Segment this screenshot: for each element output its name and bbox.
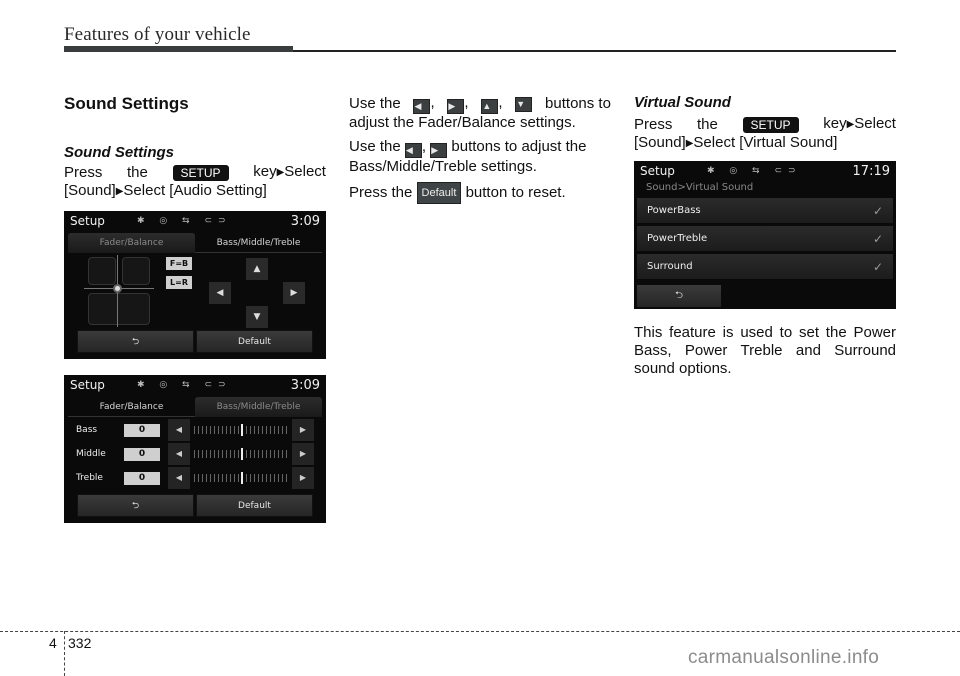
tab-fader-balance[interactable]: Fader/Balance xyxy=(68,397,195,417)
tab-bass-middle-treble[interactable]: Bass/Middle/Treble xyxy=(195,397,322,417)
clock: 3:09 xyxy=(290,377,320,393)
option-powertreble[interactable]: PowerTreble ✓ xyxy=(637,226,893,251)
header-bar-accent xyxy=(64,46,293,52)
subsection-title: Sound Settings xyxy=(64,144,174,161)
screen-title: Setup xyxy=(70,214,105,228)
default-key-badge: Default xyxy=(416,182,462,204)
virtual-sound-description: This feature is used to set the Power Ba… xyxy=(634,320,896,378)
back-button[interactable]: ⮌ xyxy=(77,330,194,353)
clock: 17:19 xyxy=(852,163,890,179)
back-button[interactable]: ⮌ xyxy=(77,494,194,517)
column-adjust-instructions: Use the ◀, ▶, ▲, ▼ buttons to adjust the… xyxy=(349,88,611,210)
treble-decrease-button[interactable]: ◀ xyxy=(168,467,190,489)
status-icons: ✱ ◎ ⇆ ⊂⊃ xyxy=(136,216,232,226)
screen-bass-middle-treble: Setup ✱ ◎ ⇆ ⊂⊃ 3:09 Fader/Balance Bass/M… xyxy=(64,375,326,523)
bass-middle-treble-paragraph: Use the ◀, ▶ buttons to adjust the Bass/… xyxy=(349,138,587,175)
seat-front-left xyxy=(88,257,116,285)
page-header-title: Features of your vehicle xyxy=(64,24,251,45)
footer-vertical-divider xyxy=(64,631,65,676)
status-icons: ✱ ◎ ⇆ ⊂⊃ xyxy=(136,380,232,390)
footer-divider xyxy=(0,631,960,632)
instruction-paragraph: Press the SETUP key▶Select [Sound]▶Selec… xyxy=(634,115,896,151)
bass-decrease-button[interactable]: ◀ xyxy=(168,419,190,441)
status-bar: Setup ✱ ◎ ⇆ ⊂⊃ 3:09 xyxy=(64,211,326,231)
check-icon: ✓ xyxy=(872,259,883,274)
option-powerbass[interactable]: PowerBass ✓ xyxy=(637,198,893,223)
left-arrow-button[interactable]: ◀ xyxy=(209,282,231,304)
up-arrow-button[interactable]: ▲ xyxy=(246,258,268,280)
seat-front-right xyxy=(122,257,150,285)
left-button-icon: ◀ xyxy=(404,143,422,158)
treble-value: 0 xyxy=(124,471,160,485)
middle-row: Middle 0 ◀ ▶ xyxy=(76,443,314,465)
description-paragraph: This feature is used to set the Power Ba… xyxy=(634,324,896,377)
treble-slider[interactable] xyxy=(194,472,288,484)
seat-diagram[interactable] xyxy=(84,255,154,327)
breadcrumb: Sound>Virtual Sound xyxy=(646,182,754,193)
fader-center-button[interactable]: F=B xyxy=(166,257,192,270)
column-virtual-sound: Virtual Sound Press the SETUP key▶Select… xyxy=(634,88,896,153)
fader-balance-paragraph: Use the ◀, ▶, ▲, ▼ buttons to adjust the… xyxy=(349,94,611,131)
default-button[interactable]: Default xyxy=(196,494,313,517)
column-audio-setting: Sound Settings Sound Settings Press the … xyxy=(64,88,326,201)
instruction-paragraph: Press the SETUP key▶Select [Sound]▶Selec… xyxy=(64,163,326,199)
screen-virtual-sound: Setup ✱ ◎ ⇆ ⊂⊃ 17:19 Sound>Virtual Sound… xyxy=(634,161,896,309)
default-button[interactable]: Default xyxy=(196,330,313,353)
status-bar: Setup ✱ ◎ ⇆ ⊂⊃ 3:09 xyxy=(64,375,326,395)
setup-key-badge: SETUP xyxy=(172,164,229,181)
screen-title: Setup xyxy=(70,378,105,392)
page-number: 332 xyxy=(68,635,92,651)
middle-value: 0 xyxy=(124,447,160,461)
check-icon: ✓ xyxy=(872,231,883,246)
treble-row: Treble 0 ◀ ▶ xyxy=(76,467,314,489)
watermark: carmanualsonline.info xyxy=(688,647,880,668)
back-button[interactable]: ⮌ xyxy=(637,285,721,307)
tab-bass-middle-treble[interactable]: Bass/Middle/Treble xyxy=(195,233,322,253)
screen-bottom-bar: ⮌ Default xyxy=(77,330,313,353)
middle-slider[interactable] xyxy=(194,448,288,460)
bass-value: 0 xyxy=(124,423,160,437)
tab-fader-balance[interactable]: Fader/Balance xyxy=(68,233,195,253)
middle-decrease-button[interactable]: ◀ xyxy=(168,443,190,465)
tab-bar: Fader/Balance Bass/Middle/Treble xyxy=(68,397,322,417)
down-arrow-button[interactable]: ▼ xyxy=(246,306,268,328)
tab-bar: Fader/Balance Bass/Middle/Treble xyxy=(68,233,322,253)
right-button-icon: ▶ xyxy=(430,143,448,158)
bass-row: Bass 0 ◀ ▶ xyxy=(76,419,314,441)
balance-point[interactable] xyxy=(113,284,122,293)
check-icon: ✓ xyxy=(872,203,883,218)
bass-increase-button[interactable]: ▶ xyxy=(292,419,314,441)
down-button-icon: ▼ xyxy=(515,96,533,112)
up-button-icon: ▲ xyxy=(481,99,499,114)
screen-title: Setup xyxy=(640,164,675,178)
status-icons: ✱ ◎ ⇆ ⊂⊃ xyxy=(706,166,802,176)
section-title: Sound Settings xyxy=(64,94,189,113)
screen-fader-balance: Setup ✱ ◎ ⇆ ⊂⊃ 3:09 Fader/Balance Bass/M… xyxy=(64,211,326,359)
middle-increase-button[interactable]: ▶ xyxy=(292,443,314,465)
left-button-icon: ◀ xyxy=(413,99,431,114)
chapter-number: 4 xyxy=(49,635,57,651)
right-arrow-button[interactable]: ▶ xyxy=(283,282,305,304)
setup-key-badge: SETUP xyxy=(742,116,799,133)
bass-slider[interactable] xyxy=(194,424,288,436)
clock: 3:09 xyxy=(290,213,320,229)
treble-increase-button[interactable]: ▶ xyxy=(292,467,314,489)
status-bar: Setup ✱ ◎ ⇆ ⊂⊃ 17:19 xyxy=(634,161,896,181)
right-button-icon: ▶ xyxy=(447,99,465,114)
header-rule xyxy=(293,50,896,52)
screen-bottom-bar: ⮌ Default xyxy=(77,494,313,517)
reset-paragraph: Press the Default button to reset. xyxy=(349,182,611,204)
balance-center-button[interactable]: L=R xyxy=(166,276,192,289)
subsection-title: Virtual Sound xyxy=(634,94,731,111)
option-surround[interactable]: Surround ✓ xyxy=(637,254,893,279)
seat-rear xyxy=(88,293,150,325)
